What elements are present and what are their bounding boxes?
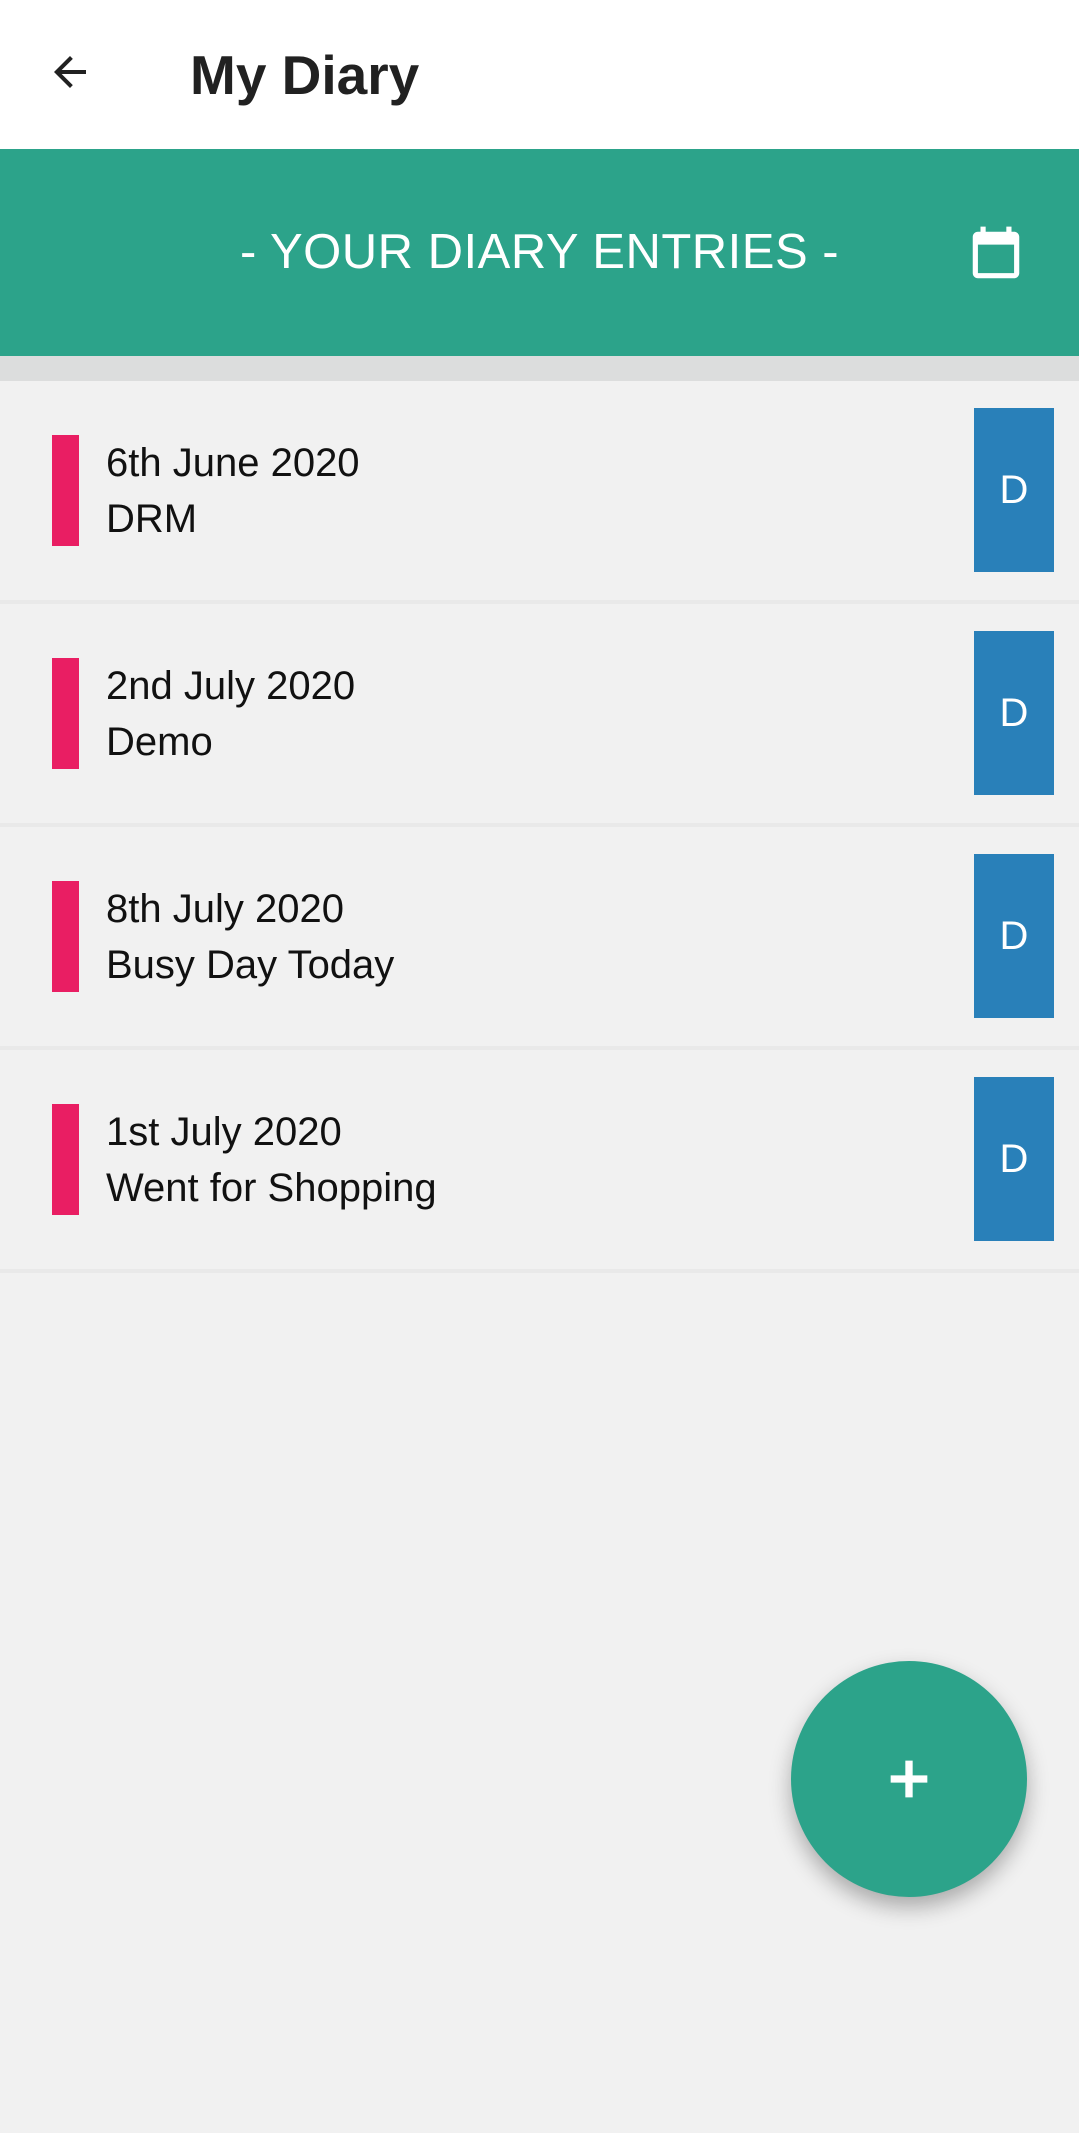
calendar-button[interactable] — [960, 219, 1032, 291]
entries-banner: - YOUR DIARY ENTRIES - — [0, 149, 1079, 356]
entry-date: 2nd July 2020 — [106, 664, 356, 708]
entry-delete-button[interactable]: D — [974, 1077, 1054, 1241]
entry-accent-bar — [52, 1104, 79, 1215]
entry-accent-bar — [52, 435, 79, 546]
entry-date: 8th July 2020 — [106, 887, 344, 931]
header-divider — [0, 356, 1079, 381]
entry-title: Busy Day Today — [106, 943, 395, 987]
entry-delete-button[interactable]: D — [974, 854, 1054, 1018]
calendar-icon — [972, 226, 1020, 279]
app-title: My Diary — [190, 44, 420, 106]
entry-date: 1st July 2020 — [106, 1110, 342, 1154]
app-bar: My Diary — [0, 0, 1079, 149]
banner-title: - YOUR DIARY ENTRIES - — [239, 225, 840, 279]
arrow-left-icon — [54, 56, 86, 88]
entry-accent-bar — [52, 881, 79, 992]
entry-title: DRM — [106, 497, 198, 541]
diary-entry-row[interactable]: 6th June 2020 DRM D — [0, 381, 1079, 604]
entry-delete-button[interactable]: D — [974, 631, 1054, 795]
diary-entry-list: 6th June 2020 DRM D 2nd July 2020 Demo D… — [0, 381, 1079, 1273]
entry-title: Demo — [106, 720, 213, 764]
entry-date: 6th June 2020 — [106, 441, 360, 485]
entry-accent-bar — [52, 658, 79, 769]
diary-entry-row[interactable]: 2nd July 2020 Demo D — [0, 604, 1079, 827]
plus-icon — [890, 1760, 928, 1798]
back-button[interactable] — [30, 32, 110, 112]
entry-delete-button[interactable]: D — [974, 408, 1054, 572]
diary-entry-row[interactable]: 1st July 2020 Went for Shopping D — [0, 1050, 1079, 1273]
add-entry-button[interactable] — [791, 1661, 1027, 1897]
diary-entry-row[interactable]: 8th July 2020 Busy Day Today D — [0, 827, 1079, 1050]
entry-title: Went for Shopping — [106, 1166, 437, 1210]
